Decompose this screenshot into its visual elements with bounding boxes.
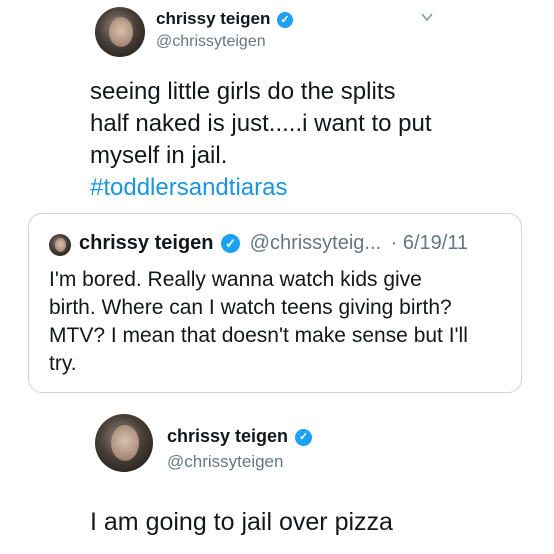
author-name[interactable]: chrissy teigen ✓ — [156, 9, 294, 29]
author-handle[interactable]: @chrissyteigen — [167, 452, 283, 472]
quoted-author-name[interactable]: chrissy teigen — [79, 232, 214, 254]
quoted-author-handle[interactable]: @chrissyteig... — [250, 232, 381, 254]
tweet-text-line: half naked is just.....i want to put — [90, 110, 432, 137]
quoted-date[interactable]: · 6/19/11 — [391, 232, 468, 254]
avatar[interactable] — [95, 7, 145, 57]
quoted-text: I'm bored. Really wanna watch kids give … — [49, 266, 468, 378]
quoted-tweet[interactable]: chrissy teigen ✓ @chrissyteig... · 6/19/… — [28, 213, 522, 393]
quoted-text-line: birth. Where can I watch teens giving bi… — [49, 296, 452, 319]
quoted-text-line: try. — [49, 352, 77, 375]
avatar-face — [111, 425, 139, 461]
verified-icon: ✓ — [221, 234, 241, 254]
verified-icon: ✓ — [295, 428, 313, 446]
quoted-avatar[interactable] — [49, 234, 71, 256]
quoted-text-line: MTV? I mean that doesn't make sense but … — [49, 324, 468, 347]
avatar-face — [109, 17, 133, 47]
avatar[interactable] — [95, 414, 153, 472]
author-handle[interactable]: @chrissyteigen — [156, 33, 266, 51]
chevron-down-icon[interactable] — [420, 10, 434, 24]
hashtag-link[interactable]: #toddlersandtiaras — [90, 172, 432, 204]
quoted-header: chrissy teigen ✓ @chrissyteig... · 6/19/… — [79, 232, 468, 255]
quoted-text-line: I'm bored. Really wanna watch kids give — [49, 268, 422, 291]
tweet-text: seeing little girls do the splits half n… — [90, 76, 432, 204]
author-name[interactable]: chrissy teigen ✓ — [167, 426, 313, 447]
author-name-label: chrissy teigen — [156, 9, 271, 28]
quoted-avatar-face — [55, 238, 66, 252]
tweet-text-line: myself in jail. — [90, 142, 228, 169]
verified-icon: ✓ — [277, 11, 294, 28]
tweet-text-line: seeing little girls do the splits — [90, 78, 396, 105]
author-name-label: chrissy teigen — [167, 426, 289, 446]
tweet-text: I am going to jail over pizza — [90, 508, 393, 536]
